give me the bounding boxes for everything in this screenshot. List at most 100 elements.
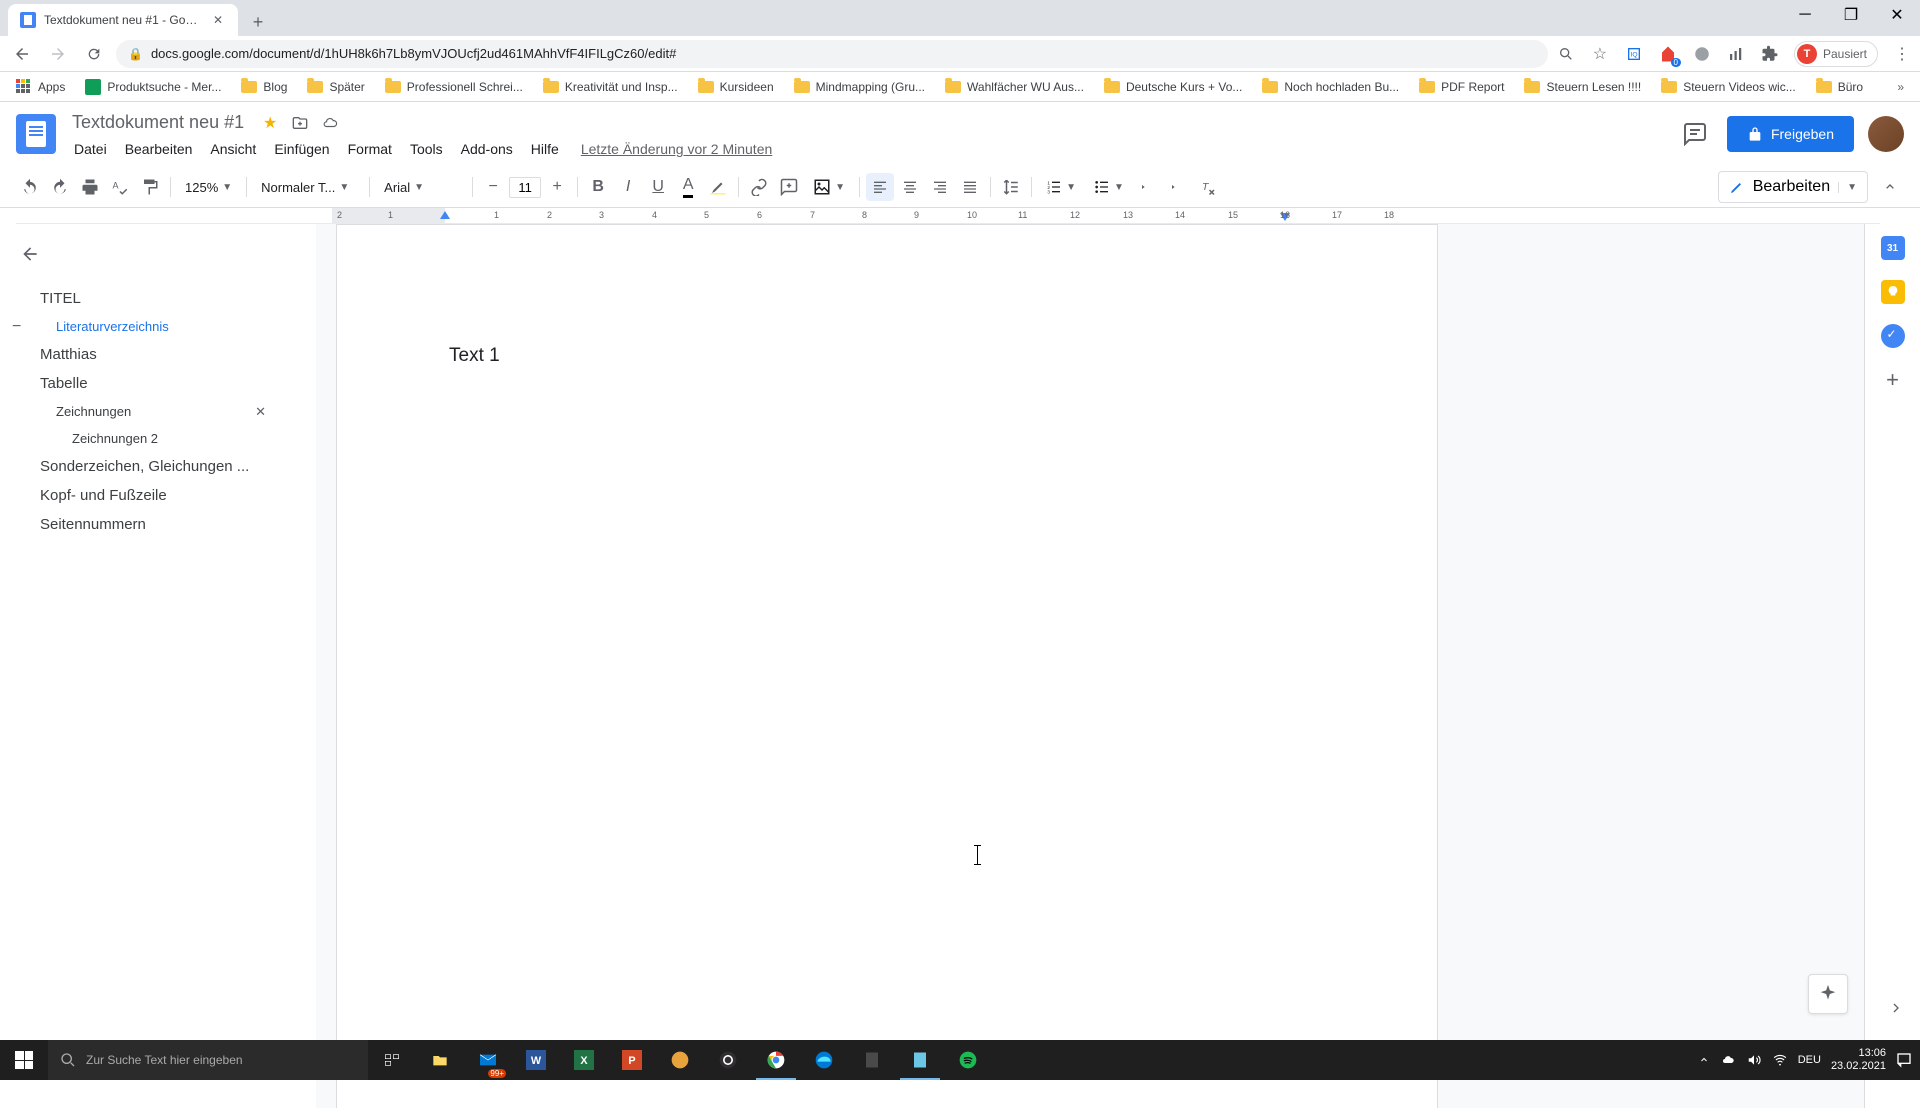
maximize-button[interactable]: ❐ (1828, 0, 1874, 30)
document-canvas[interactable]: Text 1 (316, 224, 1864, 1108)
add-addon-icon[interactable]: + (1881, 368, 1905, 392)
close-tab-icon[interactable]: ✕ (210, 12, 226, 28)
document-title[interactable]: Textdokument neu #1 (66, 110, 250, 135)
extension-gray-icon[interactable] (1692, 44, 1712, 64)
powerpoint-icon[interactable]: P (608, 1040, 656, 1080)
increase-indent-button[interactable] (1164, 173, 1192, 201)
bookmark-item[interactable]: PDF Report (1411, 76, 1512, 98)
zoom-select[interactable]: 125%▼ (177, 176, 240, 199)
paragraph-style-select[interactable]: Normaler T...▼ (253, 176, 363, 199)
extension-price-icon[interactable] (1658, 44, 1678, 64)
align-justify-button[interactable] (956, 173, 984, 201)
line-spacing-button[interactable] (997, 173, 1025, 201)
bookmark-item[interactable]: Mindmapping (Gru... (786, 76, 933, 98)
cloud-status-icon[interactable] (320, 113, 340, 133)
account-avatar[interactable] (1868, 116, 1904, 152)
bookmark-item[interactable]: Professionell Schrei... (377, 76, 531, 98)
outline-item-zeichnungen2[interactable]: Zeichnungen 2 (0, 425, 316, 452)
insert-image-button[interactable]: ▼ (805, 174, 853, 200)
clear-formatting-button[interactable]: T (1194, 173, 1222, 201)
app-icon-1[interactable] (656, 1040, 704, 1080)
menu-ansicht[interactable]: Ansicht (202, 137, 264, 161)
keep-icon[interactable] (1881, 280, 1905, 304)
bookmark-item[interactable]: Produktsuche - Mer... (77, 75, 229, 99)
menu-bearbeiten[interactable]: Bearbeiten (117, 137, 201, 161)
extension-bars-icon[interactable] (1726, 44, 1746, 64)
redo-button[interactable] (46, 173, 74, 201)
tray-clock[interactable]: 13:06 23.02.2021 (1831, 1047, 1886, 1073)
explorer-icon[interactable] (416, 1040, 464, 1080)
ruler-indent-marker[interactable] (440, 211, 450, 219)
menu-format[interactable]: Format (340, 137, 400, 161)
bookmark-item[interactable]: Noch hochladen Bu... (1254, 76, 1407, 98)
chrome-icon[interactable] (752, 1040, 800, 1080)
outline-item-matthias[interactable]: Matthias (0, 340, 316, 369)
share-button[interactable]: Freigeben (1727, 116, 1854, 152)
tray-chevron-icon[interactable] (1698, 1054, 1710, 1066)
bookmark-item[interactable]: Später (299, 76, 372, 98)
zoom-icon[interactable] (1556, 44, 1576, 64)
italic-button[interactable]: I (614, 173, 642, 201)
font-size-input[interactable]: 11 (509, 177, 541, 198)
last-change-link[interactable]: Letzte Änderung vor 2 Minuten (581, 141, 772, 157)
print-button[interactable] (76, 173, 104, 201)
calendar-icon[interactable]: 31 (1881, 236, 1905, 260)
docs-logo[interactable] (16, 114, 56, 154)
minimize-button[interactable]: ─ (1782, 0, 1828, 30)
tray-volume-icon[interactable] (1746, 1053, 1762, 1067)
menu-addons[interactable]: Add-ons (453, 137, 521, 161)
back-button[interactable] (8, 40, 36, 68)
explore-button[interactable] (1808, 974, 1848, 1014)
font-size-increase[interactable]: + (543, 173, 571, 201)
bookmarks-overflow[interactable]: » (1889, 76, 1912, 98)
excel-icon[interactable]: X (560, 1040, 608, 1080)
align-right-button[interactable] (926, 173, 954, 201)
editing-mode-select[interactable]: Bearbeiten ▼ (1718, 171, 1868, 203)
bookmark-item[interactable]: Steuern Lesen !!!! (1516, 76, 1649, 98)
bookmark-item[interactable]: Büro (1808, 76, 1871, 98)
obs-icon[interactable] (704, 1040, 752, 1080)
tasks-icon[interactable] (1881, 324, 1905, 348)
collapse-icon[interactable]: − (12, 319, 21, 335)
bold-button[interactable]: B (584, 173, 612, 201)
menu-einfuegen[interactable]: Einfügen (266, 137, 337, 161)
tray-cloud-icon[interactable] (1720, 1054, 1736, 1066)
menu-hilfe[interactable]: Hilfe (523, 137, 567, 161)
outline-item-titel[interactable]: TITEL (0, 284, 316, 313)
tray-wifi-icon[interactable] (1772, 1053, 1788, 1067)
reader-icon[interactable]: IQ (1624, 44, 1644, 64)
task-view-icon[interactable] (368, 1040, 416, 1080)
align-center-button[interactable] (896, 173, 924, 201)
font-select[interactable]: Arial▼ (376, 176, 466, 199)
side-panel-expand[interactable] (1888, 1000, 1904, 1016)
profile-chip[interactable]: T Pausiert (1794, 41, 1878, 67)
paint-format-button[interactable] (136, 173, 164, 201)
numbered-list-button[interactable]: 123▼ (1038, 175, 1084, 199)
font-size-decrease[interactable]: − (479, 173, 507, 201)
notepad-icon[interactable] (896, 1040, 944, 1080)
undo-button[interactable] (16, 173, 44, 201)
menu-tools[interactable]: Tools (402, 137, 451, 161)
spotify-icon[interactable] (944, 1040, 992, 1080)
edge-icon[interactable] (800, 1040, 848, 1080)
start-button[interactable] (0, 1040, 48, 1080)
tray-lang[interactable]: DEU (1798, 1054, 1821, 1066)
taskbar-search[interactable]: Zur Suche Text hier eingeben (48, 1040, 368, 1080)
outline-item-zeichnungen[interactable]: Zeichnungen✕ (0, 398, 316, 425)
align-left-button[interactable] (866, 173, 894, 201)
decrease-indent-button[interactable] (1134, 173, 1162, 201)
bookmark-item[interactable]: Steuern Videos wic... (1653, 76, 1804, 98)
outline-item-tabelle[interactable]: Tabelle (0, 369, 316, 398)
extensions-puzzle-icon[interactable] (1760, 44, 1780, 64)
horizontal-ruler[interactable]: 2 1 1 2 3 4 5 6 7 8 9 10 11 12 13 14 15 … (16, 208, 1880, 224)
bookmark-apps[interactable]: Apps (8, 75, 73, 99)
document-body-text[interactable]: Text 1 (449, 345, 1325, 367)
menu-datei[interactable]: Datei (66, 137, 115, 161)
tray-notifications-icon[interactable] (1896, 1052, 1912, 1068)
app-icon-2[interactable] (848, 1040, 896, 1080)
outline-item-literatur[interactable]: −Literaturverzeichnis (0, 313, 316, 340)
bookmark-star-icon[interactable]: ☆ (1590, 44, 1610, 64)
underline-button[interactable]: U (644, 173, 672, 201)
insert-link-button[interactable] (745, 173, 773, 201)
insert-comment-button[interactable] (775, 173, 803, 201)
